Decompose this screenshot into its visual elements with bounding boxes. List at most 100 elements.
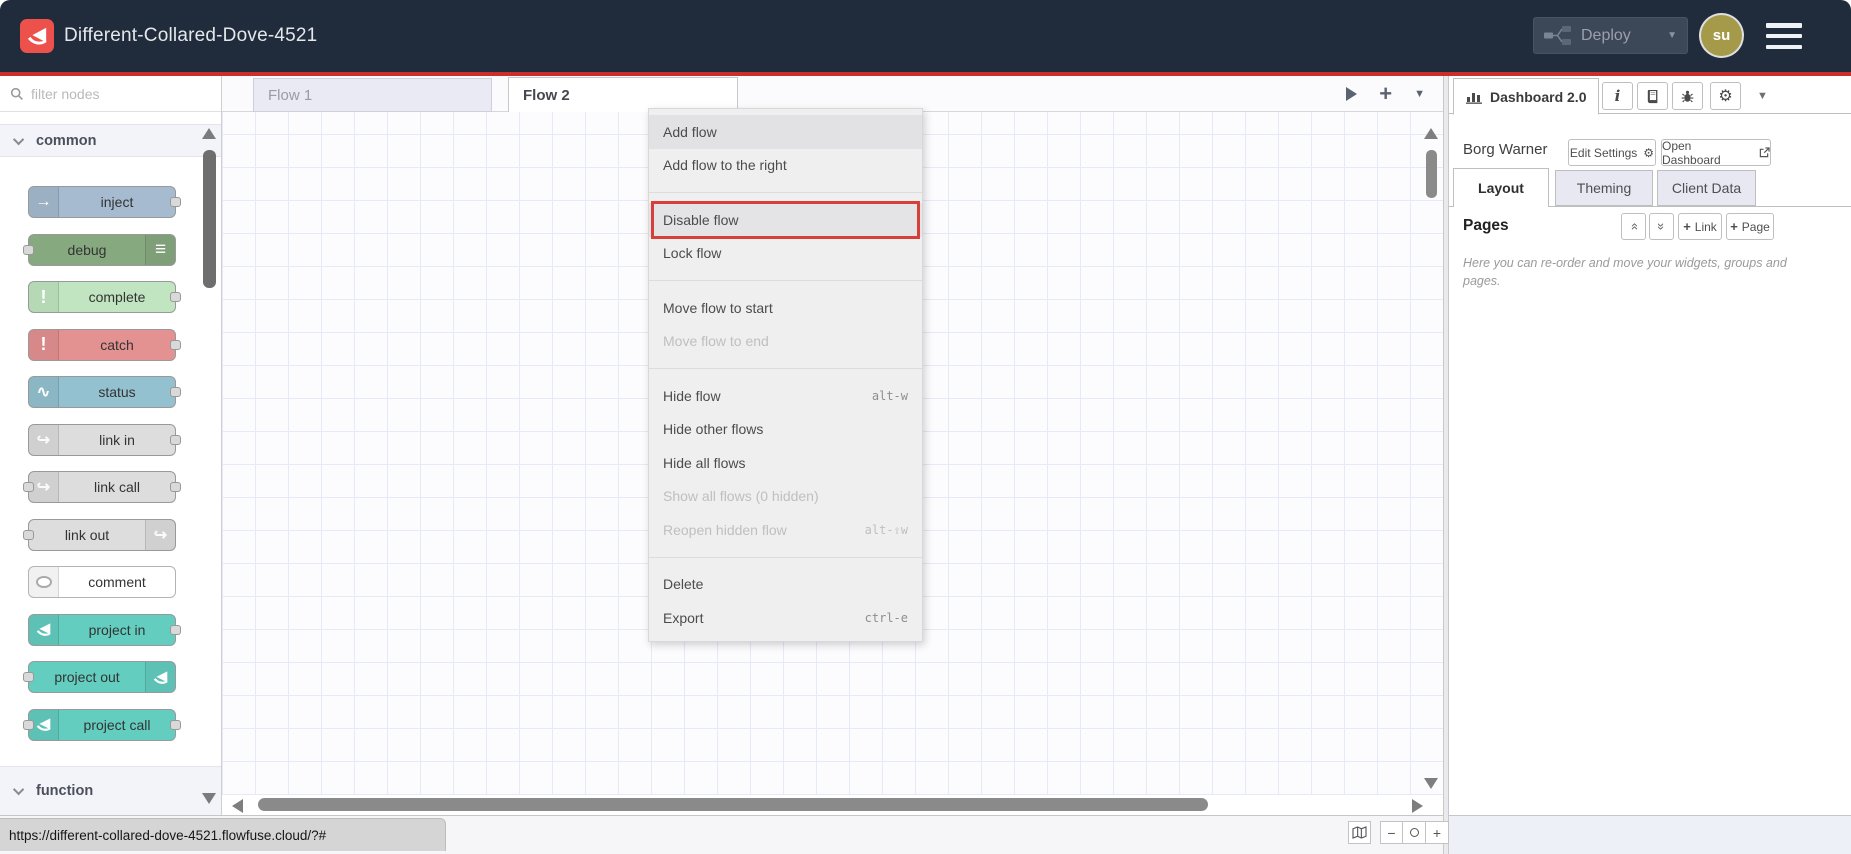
node-red-editor: Different-Collared-Dove-4521 Deploy ▼ su… xyxy=(0,0,1851,854)
flow-list-caret-icon[interactable]: ▼ xyxy=(1414,88,1425,100)
zoom-reset-button[interactable] xyxy=(1403,821,1426,844)
tab-layout[interactable]: Layout xyxy=(1453,168,1549,207)
status-url: https://different-collared-dove-4521.flo… xyxy=(9,827,327,843)
node-output-port[interactable] xyxy=(170,434,181,445)
bug-icon[interactable] xyxy=(1672,82,1703,110)
palette-search-input[interactable]: filter nodes xyxy=(0,76,221,112)
navigator-toggle-button[interactable] xyxy=(1348,821,1371,844)
arrow-icon: → xyxy=(29,187,59,217)
node-input-port[interactable] xyxy=(23,719,34,730)
canvas-scroll-down-icon[interactable] xyxy=(1424,778,1438,789)
menu-item-add-flow-to-the-right[interactable]: Add flow to the right xyxy=(649,149,922,183)
palette-scroll-down-icon[interactable] xyxy=(202,793,216,804)
expand-all-button[interactable]: » xyxy=(1649,213,1674,240)
palette-node-label: inject xyxy=(100,194,134,210)
sidebar-caret-icon[interactable]: ▼ xyxy=(1757,90,1768,102)
canvas-vertical-scrollbar-thumb[interactable] xyxy=(1426,150,1437,198)
deploy-caret-icon[interactable]: ▼ xyxy=(1667,30,1677,41)
palette-category-common[interactable]: common xyxy=(0,124,221,157)
node-input-port[interactable] xyxy=(23,672,34,682)
palette-node-comment[interactable]: comment xyxy=(28,566,176,598)
node-output-port[interactable] xyxy=(170,339,181,350)
node-output-port[interactable] xyxy=(170,387,181,397)
book-icon[interactable] xyxy=(1637,82,1668,110)
node-input-port[interactable] xyxy=(23,482,34,492)
workspace-tabbar: Flow 1 Flow 2 + ▼ xyxy=(222,76,1443,113)
palette-node-link-call[interactable]: ↪ link call xyxy=(23,471,181,503)
menu-separator xyxy=(649,280,922,281)
tab-flow-1[interactable]: Flow 1 xyxy=(253,78,492,112)
main-menu-icon[interactable] xyxy=(1766,23,1802,49)
bars-icon: ≡ xyxy=(145,234,175,265)
canvas-scroll-right-icon[interactable] xyxy=(1412,799,1423,813)
canvas-horizontal-scrollbar-thumb[interactable] xyxy=(258,798,1208,811)
palette-category-function[interactable]: function xyxy=(0,766,221,815)
menu-separator xyxy=(649,192,922,193)
add-link-button[interactable]: + Link xyxy=(1678,213,1722,240)
plus-icon: + xyxy=(1730,219,1738,234)
menu-item-label: Export xyxy=(663,609,704,626)
palette-scrollbar-thumb[interactable] xyxy=(203,150,216,288)
canvas-scroll-up-icon[interactable] xyxy=(1424,128,1438,139)
palette-node-project-in[interactable]: project in xyxy=(28,613,181,646)
tab-theming[interactable]: Theming xyxy=(1555,170,1653,206)
node-output-port[interactable] xyxy=(170,292,181,302)
menu-item-delete[interactable]: Delete xyxy=(649,568,922,602)
user-avatar[interactable]: su xyxy=(1701,15,1742,56)
bubble-icon xyxy=(29,567,59,597)
menu-item-hide-other-flows[interactable]: Hide other flows xyxy=(649,413,922,447)
gear-icon: ⚙ xyxy=(1643,145,1655,160)
instance-title: Different-Collared-Dove-4521 xyxy=(64,25,318,46)
palette-node-link-out[interactable]: ↪ link out xyxy=(23,518,176,551)
plus-icon: + xyxy=(1683,219,1691,234)
collapse-all-button[interactable]: » xyxy=(1621,213,1646,240)
menu-item-lock-flow[interactable]: Lock flow xyxy=(649,237,922,271)
edit-settings-button[interactable]: Edit Settings ⚙ xyxy=(1568,139,1656,166)
menu-item-hide-flow[interactable]: Hide flow alt-w xyxy=(649,379,922,413)
pages-header-row: Pages » » + Link + Page xyxy=(1449,207,1851,251)
palette-node-project-out[interactable]: project out xyxy=(23,661,176,693)
palette-node-project-call[interactable]: project call xyxy=(23,708,181,741)
add-flow-icon[interactable]: + xyxy=(1379,83,1392,105)
palette-node-label: link in xyxy=(99,431,135,448)
menu-item-hide-all-flows[interactable]: Hide all flows xyxy=(649,446,922,480)
palette-node-link-in[interactable]: ↪ link in xyxy=(28,423,181,456)
tab-dashboard-2-0[interactable]: Dashboard 2.0 xyxy=(1453,78,1600,115)
menu-item-move-flow-to-start[interactable]: Move flow to start xyxy=(649,291,922,325)
palette-node-complete[interactable]: ! complete xyxy=(28,281,181,313)
node-output-port[interactable] xyxy=(170,719,181,730)
double-chevron-down-icon: » xyxy=(1653,222,1669,231)
palette-node-inject[interactable]: → inject xyxy=(28,186,181,218)
zoom-in-button[interactable]: + xyxy=(1426,821,1449,844)
menu-item-add-flow[interactable]: Add flow xyxy=(649,115,922,149)
menu-item-disable-flow[interactable]: Disable flow xyxy=(649,201,922,238)
menu-item-export[interactable]: Export ctrl-e xyxy=(649,601,922,635)
gear-icon[interactable]: ⚙ xyxy=(1710,82,1741,110)
canvas-scroll-left-icon[interactable] xyxy=(232,799,243,813)
menu-item-label: Show all flows (0 hidden) xyxy=(663,488,819,505)
node-input-port[interactable] xyxy=(23,244,34,255)
menu-item-label: Hide other flows xyxy=(663,421,764,438)
deploy-label: Deploy xyxy=(1581,26,1631,44)
open-dashboard-button[interactable]: Open Dashboard xyxy=(1661,139,1771,167)
flowfuse-logo-icon xyxy=(20,19,54,53)
tab-client-data[interactable]: Client Data xyxy=(1657,170,1756,206)
palette-node-debug[interactable]: ≡ debug xyxy=(23,233,176,266)
node-output-port[interactable] xyxy=(170,197,181,207)
pulse-icon: ∿ xyxy=(29,377,59,407)
node-output-port[interactable] xyxy=(170,624,181,635)
zoom-out-button[interactable]: − xyxy=(1380,821,1403,844)
link-icon: ↪ xyxy=(145,519,175,550)
tab-scroll-right-icon[interactable] xyxy=(1346,87,1358,101)
node-input-port[interactable] xyxy=(23,529,34,540)
add-page-button[interactable]: + Page xyxy=(1726,213,1774,240)
palette-node-status[interactable]: ∿ status xyxy=(28,376,181,408)
menu-item-show-all-flows-0-hidden-: Show all flows (0 hidden) xyxy=(649,480,922,514)
app-header: Different-Collared-Dove-4521 Deploy ▼ su xyxy=(0,0,1851,72)
palette-node-catch[interactable]: ! catch xyxy=(28,328,181,361)
node-output-port[interactable] xyxy=(170,482,181,492)
deploy-button[interactable]: Deploy ▼ xyxy=(1533,17,1688,54)
info-icon[interactable]: i xyxy=(1602,82,1633,110)
palette-scroll-up-icon[interactable] xyxy=(202,128,216,139)
deploy-nodes-icon xyxy=(1544,26,1571,45)
